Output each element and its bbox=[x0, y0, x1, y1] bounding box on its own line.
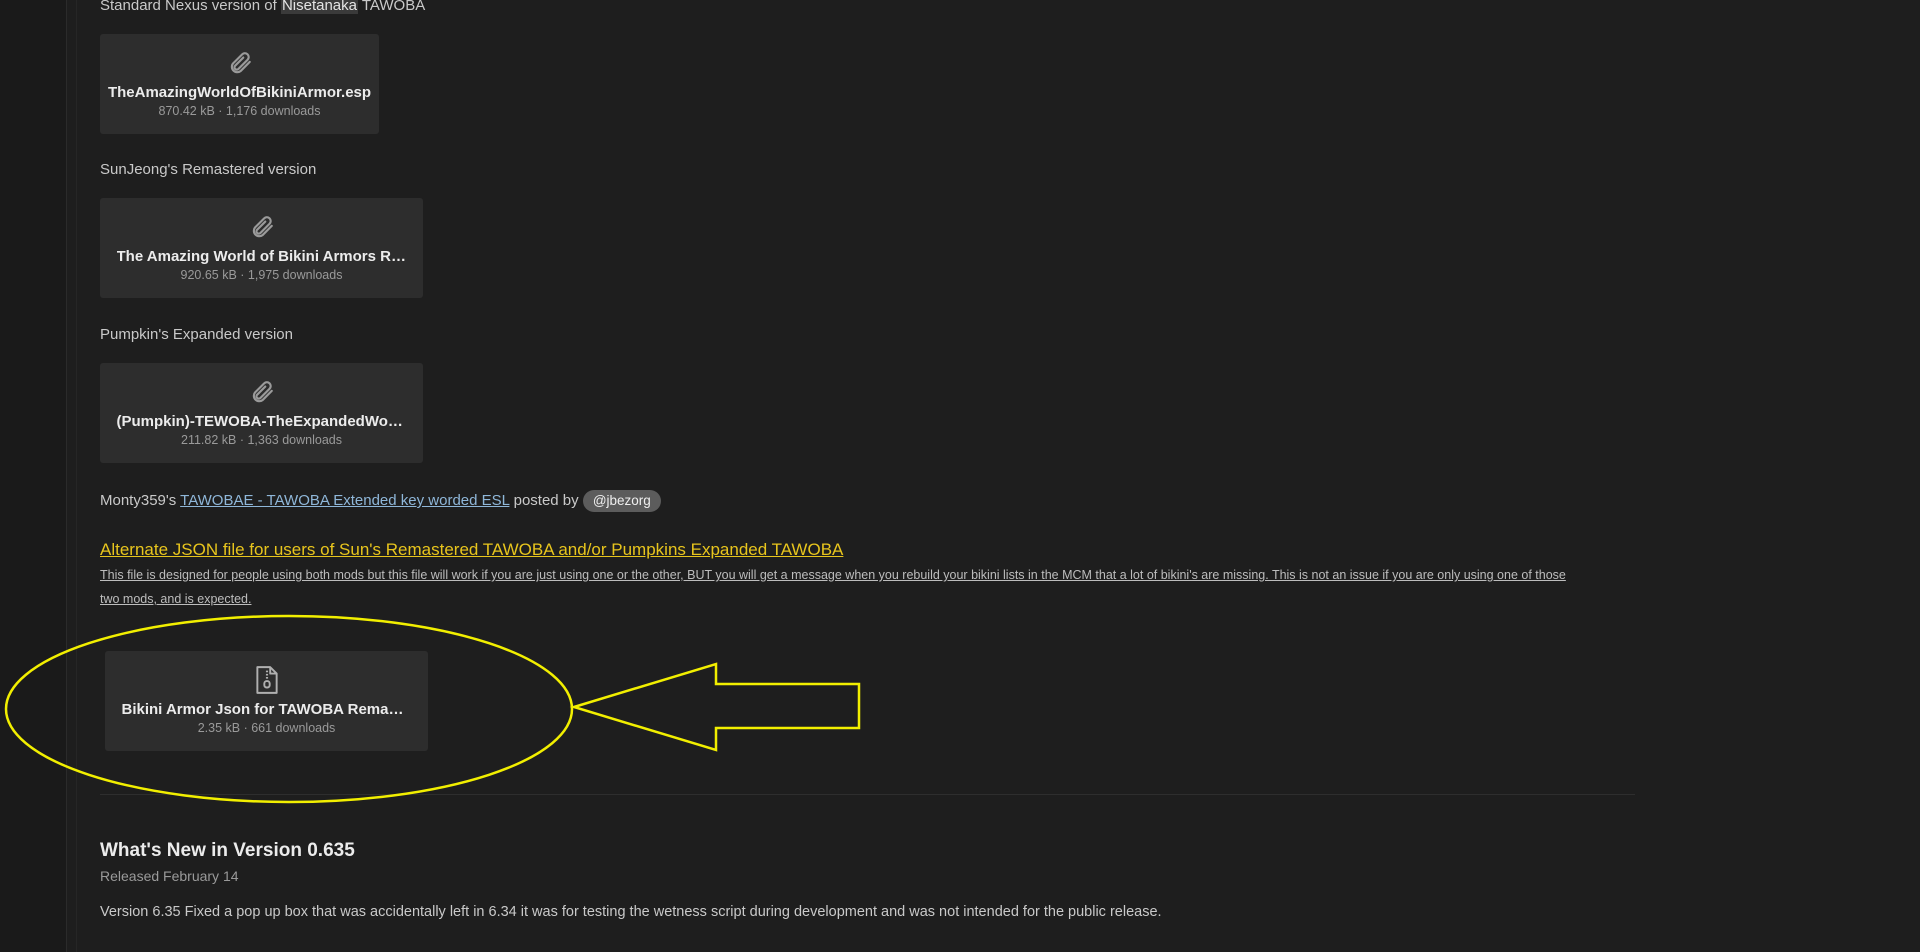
paperclip-icon bbox=[249, 214, 275, 240]
file-meta: 920.65 kB · 1,975 downloads bbox=[180, 268, 343, 282]
alternate-json-link[interactable]: Alternate JSON file for users of Sun's R… bbox=[100, 540, 843, 560]
file-name: Bikini Armor Json for TAWOBA Remaster... bbox=[121, 701, 412, 718]
sunjeong-version-label: SunJeong's Remastered version bbox=[100, 161, 317, 178]
monty-line: Monty359's TAWOBAE - TAWOBA Extended key… bbox=[100, 490, 661, 512]
file-meta: 2.35 kB · 661 downloads bbox=[197, 721, 336, 735]
file-name: (Pumpkin)-TEWOBA-TheExpandedWorld... bbox=[116, 413, 407, 430]
file-meta: 211.82 kB · 1,363 downloads bbox=[181, 433, 342, 447]
file-card-pumpkin[interactable]: (Pumpkin)-TEWOBA-TheExpandedWorld... 211… bbox=[100, 363, 423, 463]
alternate-json-description: This file is designed for people using b… bbox=[100, 568, 1566, 606]
changelog-text: Version 6.35 Fixed a pop up box that was… bbox=[100, 904, 1162, 920]
file-name: The Amazing World of Bikini Armors RE... bbox=[116, 248, 407, 265]
standard-version-label: Standard Nexus version of Nisetanaka TAW… bbox=[100, 0, 425, 15]
pumpkin-version-label: Pumpkin's Expanded version bbox=[100, 326, 293, 343]
section-divider bbox=[100, 794, 1635, 795]
user-mention-badge[interactable]: @jbezorg bbox=[582, 490, 661, 512]
file-card-bikini-json[interactable]: Bikini Armor Json for TAWOBA Remaster...… bbox=[105, 651, 428, 751]
left-rail bbox=[0, 0, 77, 952]
file-card-sunjeong[interactable]: The Amazing World of Bikini Armors RE...… bbox=[100, 198, 423, 298]
whats-new-title: What's New in Version 0.635 bbox=[100, 840, 355, 861]
file-meta: 870.42 kB · 1,176 downloads bbox=[158, 104, 321, 118]
file-card-standard[interactable]: TheAmazingWorldOfBikiniArmor.esp 870.42 … bbox=[100, 34, 379, 134]
tawobae-link[interactable]: TAWOBAE - TAWOBA Extended key worded ESL bbox=[180, 492, 509, 509]
highlighted-author: Nisetanaka bbox=[280, 0, 358, 14]
paperclip-icon bbox=[249, 379, 275, 405]
zip-file-icon bbox=[254, 666, 280, 694]
paperclip-icon bbox=[227, 50, 253, 76]
release-date: Released February 14 bbox=[100, 868, 239, 884]
mod-description: Standard Nexus version of Nisetanaka TAW… bbox=[100, 0, 1640, 952]
file-name: TheAmazingWorldOfBikiniArmor.esp bbox=[107, 84, 372, 101]
